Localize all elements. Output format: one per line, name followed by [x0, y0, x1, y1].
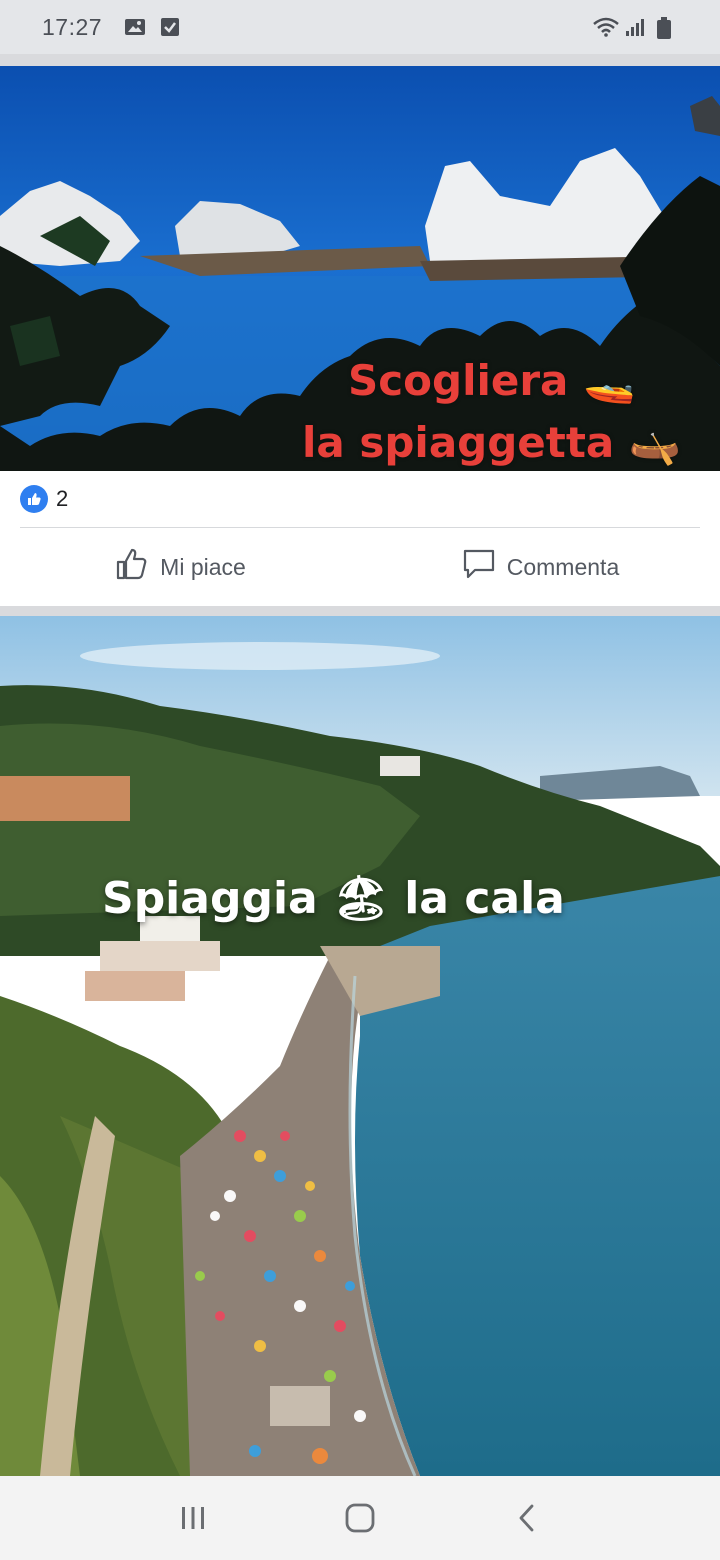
comment-button[interactable]: Commenta — [360, 546, 720, 588]
post-card: Spiaggia 🏖 la cala — [0, 616, 720, 1476]
signal-icon — [624, 17, 646, 37]
comment-icon — [461, 546, 497, 588]
comment-label: Commenta — [506, 553, 620, 580]
gallery-icon — [124, 17, 146, 37]
photo-caption: Spiaggia 🏖 la cala — [102, 873, 565, 924]
photo-caption-line-2: la spiaggetta 🛶 — [302, 418, 682, 467]
system-nav-bar — [0, 1476, 720, 1560]
reactions-summary[interactable]: 2 — [0, 471, 720, 527]
post-card: Scogliera 🚤 la spiaggetta 🛶 2 Mi piace C… — [0, 66, 720, 606]
post-photo[interactable]: Spiaggia 🏖 la cala — [0, 616, 720, 1476]
post-actions: Mi piace Commenta — [0, 528, 720, 606]
checkbox-icon — [160, 17, 182, 37]
like-label: Mi piace — [160, 553, 246, 580]
reaction-count: 2 — [56, 486, 69, 511]
thumbs-up-icon — [114, 546, 150, 588]
news-feed[interactable]: Scogliera 🚤 la spiaggetta 🛶 2 Mi piace C… — [0, 54, 720, 1476]
home-icon[interactable] — [330, 1488, 390, 1548]
photo-caption-line-1: Scogliera 🚤 — [348, 356, 636, 405]
back-icon[interactable] — [497, 1488, 557, 1548]
status-time: 17:27 — [42, 13, 103, 40]
battery-icon — [656, 17, 678, 39]
like-button[interactable]: Mi piace — [0, 546, 360, 588]
status-bar: 17:27 — [0, 0, 720, 54]
post-photo[interactable]: Scogliera 🚤 la spiaggetta 🛶 — [0, 66, 720, 471]
wifi-icon — [592, 17, 619, 37]
like-reaction-icon — [20, 485, 48, 513]
recents-icon[interactable] — [163, 1488, 223, 1548]
